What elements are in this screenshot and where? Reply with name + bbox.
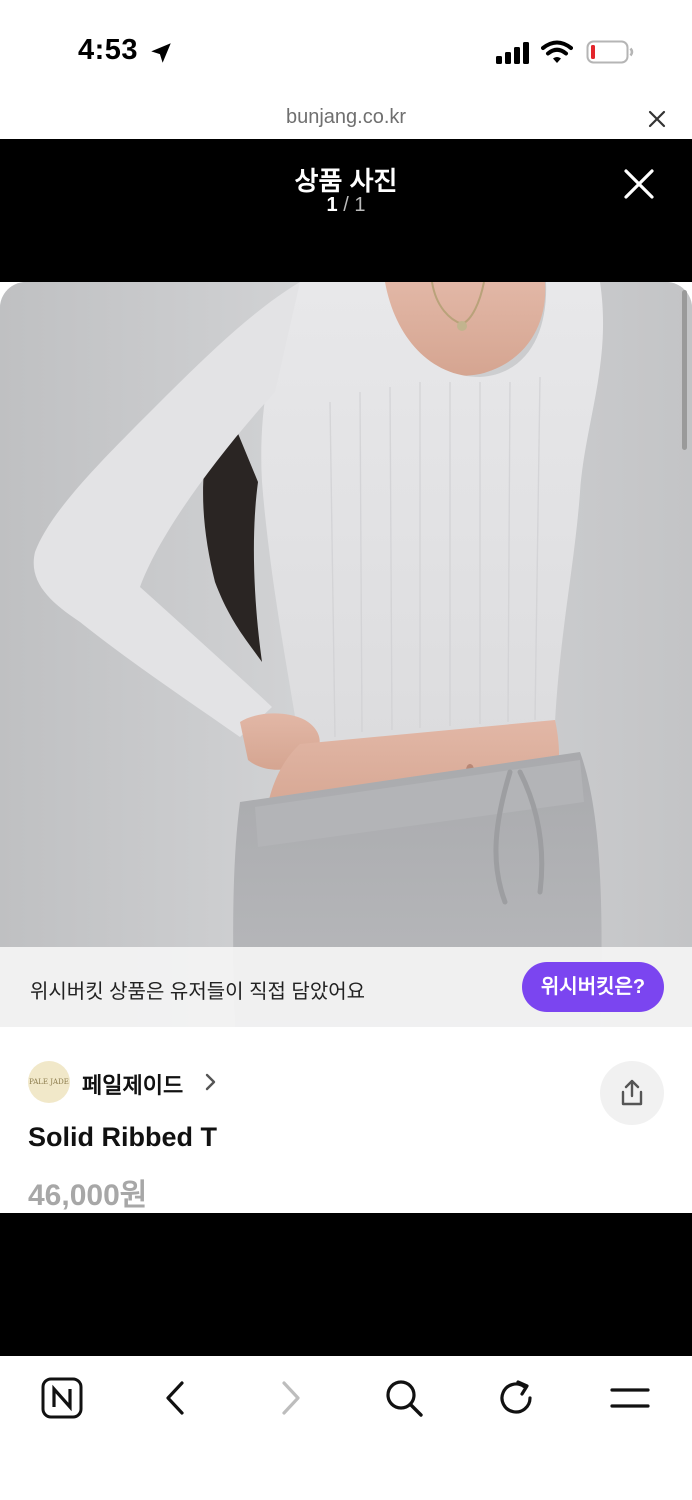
search-icon[interactable] [382,1376,426,1420]
shop-name-link[interactable]: 페일제이드 [82,1068,183,1100]
url-text[interactable]: bunjang.co.kr [0,106,692,129]
wish-bucket-text: 위시버킷 상품은 유저들이 직접 담았어요 [30,981,366,1003]
product-info: PALE JADE 페일제이드 Solid Ribbed T 46,000원 [0,1027,692,1213]
location-arrow-icon [151,43,171,63]
naver-n-icon[interactable] [40,1376,84,1420]
wish-bucket-info-button[interactable]: 위시버킷은? [522,962,664,1012]
menu-icon[interactable] [608,1376,652,1420]
scrollbar[interactable] [682,290,687,450]
share-button[interactable] [600,1061,664,1125]
close-viewer-icon[interactable] [620,165,658,203]
photo-counter-separator: / [343,194,349,216]
viewer-title: 상품 사진 [294,166,398,196]
product-price: 46,000원 [28,1179,148,1212]
photo-viewer-header: 상품 사진 1 / 1 [0,139,692,282]
forward-icon[interactable] [268,1376,312,1420]
overlay-backdrop [0,1213,692,1356]
url-bar[interactable]: bunjang.co.kr [0,100,692,140]
product-photo-illustration [0,282,692,1027]
product-photo[interactable] [0,282,692,1027]
wish-bucket-banner: 위시버킷 상품은 유저들이 직접 담았어요 위시버킷은? [0,947,692,1027]
photo-counter-total: 1 [354,194,366,216]
photo-counter-current: 1 [326,194,338,216]
product-name: Solid Ribbed T [28,1122,217,1152]
share-icon [621,1079,643,1106]
close-icon[interactable] [644,106,670,132]
battery-low-icon [586,40,634,64]
photo-counter: 1 / 1 [0,194,692,217]
browser-toolbar [0,1356,692,1500]
status-time: 4:53 [78,34,139,66]
shop-avatar[interactable]: PALE JADE [28,1061,70,1103]
back-icon[interactable] [154,1376,198,1420]
reload-icon[interactable] [494,1376,538,1420]
chevron-right-icon[interactable] [202,1071,218,1093]
wifi-icon [541,40,573,63]
status-bar: 4:53 [0,0,692,100]
cellular-signal-icon [496,42,529,64]
